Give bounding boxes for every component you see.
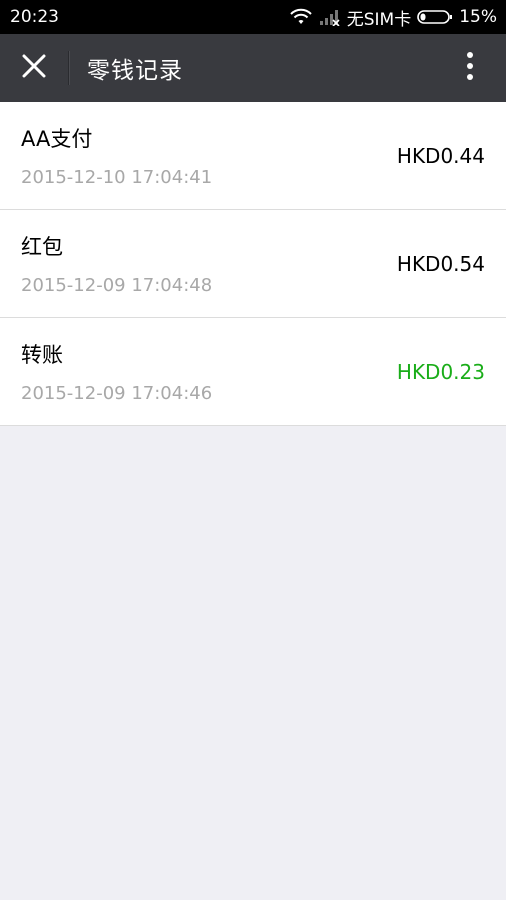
close-button[interactable]: [0, 34, 68, 102]
header-divider: [68, 51, 69, 85]
record-time: 2015-12-09 17:04:48: [21, 275, 213, 296]
sim-status-text: 无SIM卡: [346, 9, 412, 30]
battery-percent: 15%: [459, 7, 497, 27]
more-vertical-icon: [466, 51, 474, 85]
list-item[interactable]: 红包 2015-12-09 17:04:48 HKD0.54: [0, 210, 506, 318]
status-bar: 20:23 无SIM卡 15%: [0, 0, 506, 34]
record-amount: HKD0.54: [396, 251, 485, 276]
status-icons: 无SIM卡 15%: [289, 5, 497, 30]
list-item[interactable]: AA支付 2015-12-10 17:04:41 HKD0.44: [0, 102, 506, 210]
close-icon: [22, 54, 46, 82]
app-header: 零钱记录: [0, 34, 506, 102]
signal-icon: [319, 8, 341, 26]
record-title: 红包: [21, 235, 63, 259]
record-time: 2015-12-10 17:04:41: [21, 167, 213, 188]
more-options-button[interactable]: [454, 34, 486, 102]
record-time: 2015-12-09 17:04:46: [21, 383, 213, 404]
battery-icon: [417, 9, 453, 25]
list-item[interactable]: 转账 2015-12-09 17:04:46 HKD0.23: [0, 318, 506, 426]
page-title: 零钱记录: [87, 58, 183, 84]
wifi-icon: [289, 8, 313, 26]
record-list: AA支付 2015-12-10 17:04:41 HKD0.44 红包 2015…: [0, 102, 506, 426]
record-title: AA支付: [21, 127, 93, 151]
record-title: 转账: [21, 343, 63, 367]
status-time: 20:23: [10, 7, 59, 27]
record-amount: HKD0.23: [396, 359, 485, 384]
record-amount: HKD0.44: [396, 143, 485, 168]
